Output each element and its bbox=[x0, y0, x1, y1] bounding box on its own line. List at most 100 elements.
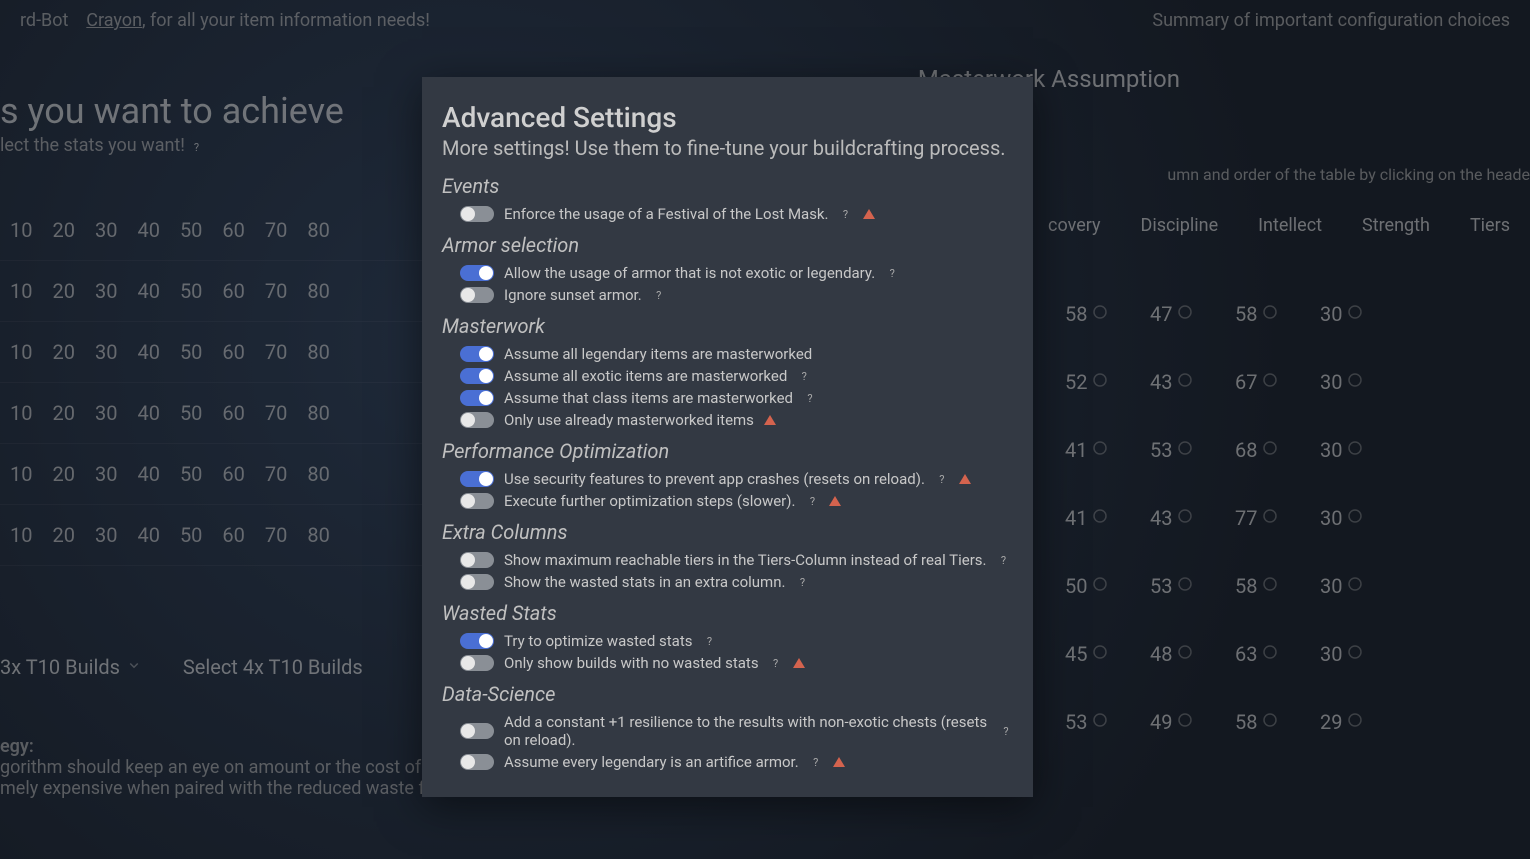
stat-cell[interactable]: 50 bbox=[180, 218, 202, 242]
toggle-switch[interactable] bbox=[460, 390, 494, 406]
warning-icon[interactable] bbox=[833, 757, 845, 767]
toggle-switch[interactable] bbox=[460, 265, 494, 281]
help-icon[interactable]: ? bbox=[935, 472, 949, 486]
stat-cell[interactable]: 40 bbox=[137, 462, 159, 486]
help-icon[interactable]: ? bbox=[189, 141, 203, 155]
help-icon[interactable]: ? bbox=[803, 391, 817, 405]
stat-cell[interactable]: 10 bbox=[10, 401, 32, 425]
stat-cell[interactable]: 10 bbox=[10, 462, 32, 486]
stat-header[interactable]: Intellect bbox=[1258, 215, 1322, 236]
stat-cell[interactable]: 20 bbox=[52, 523, 74, 547]
warning-icon[interactable] bbox=[793, 658, 805, 668]
stat-cell[interactable]: 80 bbox=[307, 523, 329, 547]
stat-cell[interactable]: 70 bbox=[265, 340, 287, 364]
stat-cell[interactable]: 40 bbox=[137, 401, 159, 425]
stat-cell[interactable]: 70 bbox=[265, 218, 287, 242]
warning-icon[interactable] bbox=[764, 415, 776, 425]
stat-cell[interactable]: 60 bbox=[222, 401, 244, 425]
stat-cell[interactable]: 20 bbox=[52, 218, 74, 242]
stat-header[interactable]: Strength bbox=[1362, 215, 1430, 236]
link-crayon[interactable]: Crayon bbox=[86, 10, 142, 31]
help-icon[interactable]: ? bbox=[795, 575, 809, 589]
toggle-switch[interactable] bbox=[460, 368, 494, 384]
stat-header[interactable]: Tiers bbox=[1470, 215, 1510, 236]
help-icon[interactable]: ? bbox=[797, 369, 811, 383]
stat-cell[interactable]: 80 bbox=[307, 401, 329, 425]
toggle-switch[interactable] bbox=[460, 493, 494, 509]
stat-cell[interactable]: 80 bbox=[307, 218, 329, 242]
warning-icon[interactable] bbox=[829, 496, 841, 506]
help-icon[interactable]: ? bbox=[652, 288, 666, 302]
stat-cell[interactable]: 60 bbox=[222, 340, 244, 364]
stat-cell[interactable]: 80 bbox=[307, 340, 329, 364]
stat-cell[interactable]: 50 bbox=[180, 462, 202, 486]
toggle-switch[interactable] bbox=[460, 206, 494, 222]
help-icon[interactable]: ? bbox=[809, 755, 823, 769]
toggle-switch[interactable] bbox=[460, 552, 494, 568]
stat-cell[interactable]: 50 bbox=[180, 340, 202, 364]
warning-icon[interactable] bbox=[863, 209, 875, 219]
stat-cell[interactable]: 20 bbox=[52, 401, 74, 425]
stat-cell[interactable]: 30 bbox=[95, 279, 117, 303]
stat-cell[interactable]: 30 bbox=[95, 401, 117, 425]
stat-cell[interactable]: 50 bbox=[180, 523, 202, 547]
stat-cell[interactable]: 30 bbox=[95, 218, 117, 242]
help-icon[interactable]: ? bbox=[839, 207, 853, 221]
toggle-switch[interactable] bbox=[460, 412, 494, 428]
help-icon[interactable]: ? bbox=[885, 266, 899, 280]
stat-cell[interactable]: 40 bbox=[137, 523, 159, 547]
stat-cell[interactable]: 40 bbox=[137, 218, 159, 242]
stat-cell[interactable]: 70 bbox=[265, 462, 287, 486]
stat-cell[interactable]: 60 bbox=[222, 279, 244, 303]
table-row[interactable]: 41437730 bbox=[1050, 484, 1530, 552]
stat-cell[interactable]: 50 bbox=[180, 279, 202, 303]
stat-header[interactable]: Discipline bbox=[1141, 215, 1219, 236]
toggle-switch[interactable] bbox=[460, 655, 494, 671]
modal-subtitle: More settings! Use them to fine-tune you… bbox=[442, 136, 1013, 160]
table-row[interactable]: 53495829 bbox=[1050, 688, 1530, 756]
stat-cell[interactable]: 20 bbox=[52, 279, 74, 303]
stat-cell[interactable]: 70 bbox=[265, 401, 287, 425]
toggle-switch[interactable] bbox=[460, 754, 494, 770]
toggle-switch[interactable] bbox=[460, 346, 494, 362]
toggle-switch[interactable] bbox=[460, 574, 494, 590]
toggle-switch[interactable] bbox=[460, 287, 494, 303]
stat-cell[interactable]: 30 bbox=[95, 523, 117, 547]
stat-cell[interactable]: 60 bbox=[222, 523, 244, 547]
table-row[interactable]: 45486330 bbox=[1050, 620, 1530, 688]
table-row[interactable]: 58475830 bbox=[1050, 280, 1530, 348]
stat-cell[interactable]: 70 bbox=[265, 279, 287, 303]
stat-cell[interactable]: 10 bbox=[10, 340, 32, 364]
select-4x[interactable]: Select 4x T10 Builds bbox=[183, 655, 363, 679]
toggle-switch[interactable] bbox=[460, 633, 494, 649]
help-icon[interactable]: ? bbox=[702, 634, 716, 648]
select-3x[interactable]: 3x T10 Builds bbox=[0, 655, 143, 679]
table-row[interactable]: 52436730 bbox=[1050, 348, 1530, 416]
link-rdbot[interactable]: rd-Bot bbox=[20, 10, 68, 31]
stat-cell[interactable]: 70 bbox=[265, 523, 287, 547]
help-icon[interactable]: ? bbox=[805, 494, 819, 508]
stat-cell[interactable]: 60 bbox=[222, 218, 244, 242]
stat-cell[interactable]: 40 bbox=[137, 340, 159, 364]
stat-cell[interactable]: 80 bbox=[307, 279, 329, 303]
table-row[interactable]: 41536830 bbox=[1050, 416, 1530, 484]
stat-cell[interactable]: 80 bbox=[307, 462, 329, 486]
warning-icon[interactable] bbox=[959, 474, 971, 484]
stat-cell[interactable]: 40 bbox=[137, 279, 159, 303]
stat-cell[interactable]: 30 bbox=[95, 340, 117, 364]
stat-header[interactable]: covery bbox=[1048, 215, 1100, 236]
stat-cell[interactable]: 20 bbox=[52, 462, 74, 486]
stat-cell[interactable]: 60 bbox=[222, 462, 244, 486]
help-icon[interactable]: ? bbox=[997, 553, 1011, 567]
stat-cell[interactable]: 10 bbox=[10, 523, 32, 547]
help-icon[interactable]: ? bbox=[999, 724, 1013, 738]
stat-cell[interactable]: 20 bbox=[52, 340, 74, 364]
stat-cell[interactable]: 10 bbox=[10, 218, 32, 242]
table-row[interactable]: 50535830 bbox=[1050, 552, 1530, 620]
stat-cell[interactable]: 30 bbox=[95, 462, 117, 486]
toggle-switch[interactable] bbox=[460, 471, 494, 487]
toggle-switch[interactable] bbox=[460, 723, 494, 739]
stat-cell[interactable]: 10 bbox=[10, 279, 32, 303]
stat-cell[interactable]: 50 bbox=[180, 401, 202, 425]
help-icon[interactable]: ? bbox=[769, 656, 783, 670]
